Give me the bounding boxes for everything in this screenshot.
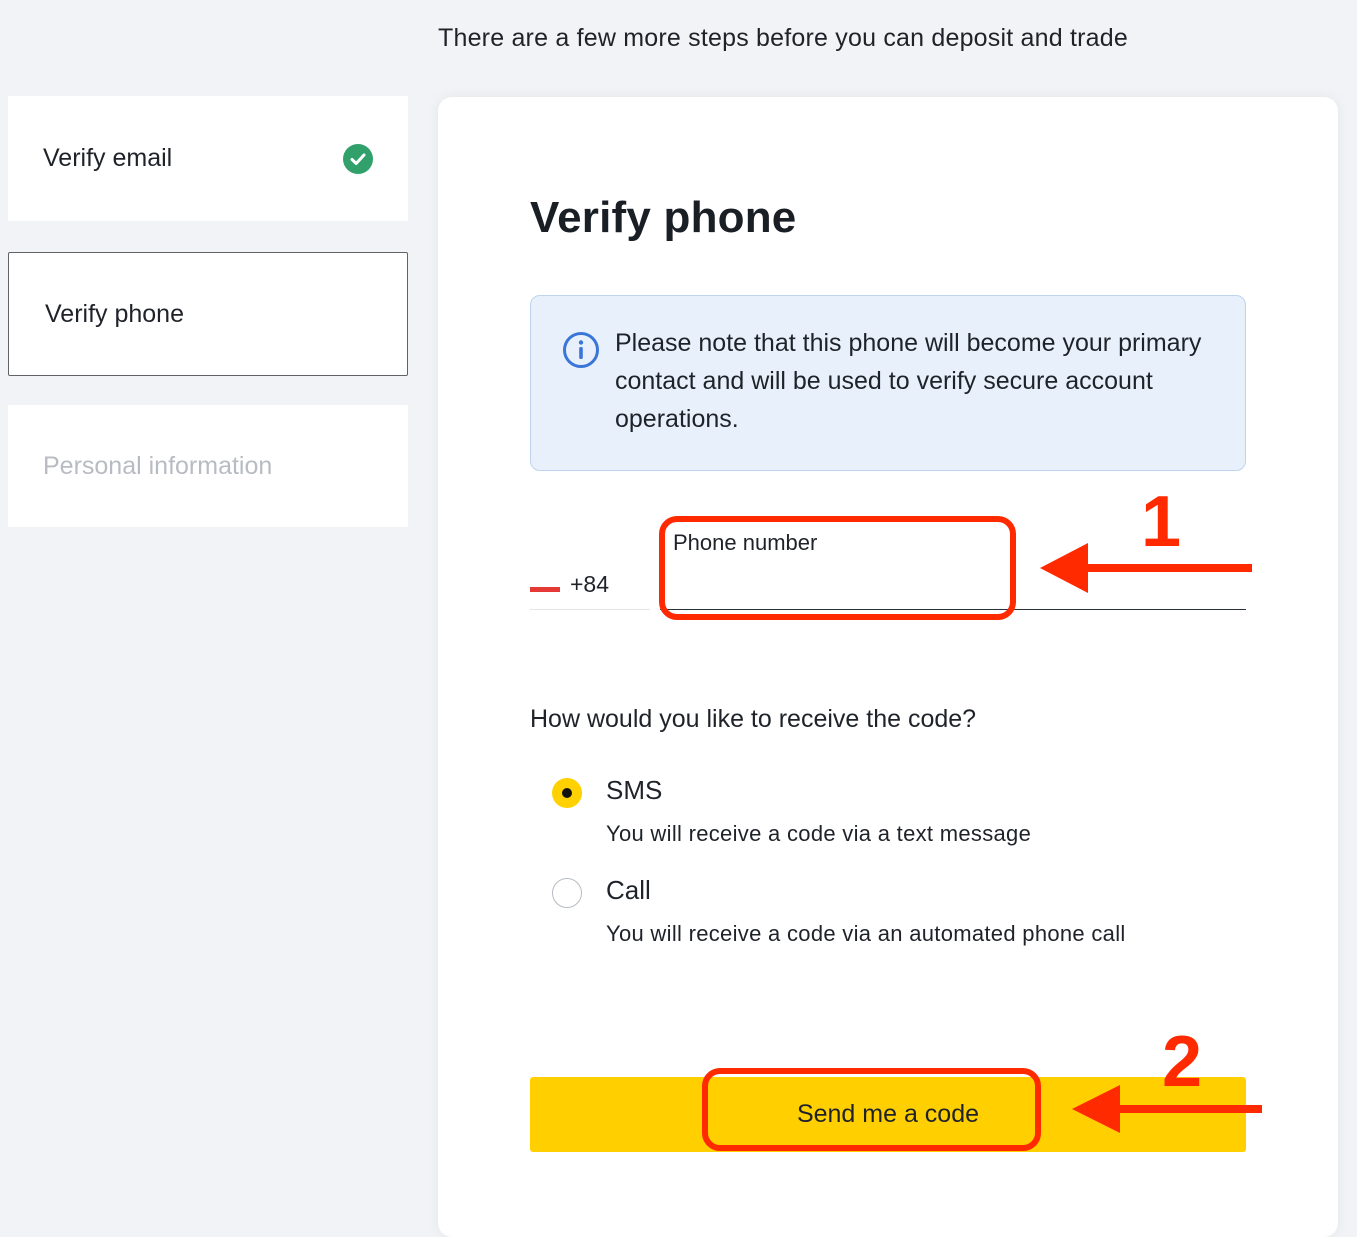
- step-verify-email[interactable]: Verify email: [8, 96, 408, 221]
- info-text: Please note that this phone will become …: [615, 329, 1202, 433]
- radio-button-sms[interactable]: [552, 778, 582, 808]
- radio-option-title: SMS: [606, 775, 663, 805]
- step-personal-information: Personal information: [8, 405, 408, 527]
- radio-button-call[interactable]: [552, 878, 582, 908]
- info-icon: [563, 332, 599, 368]
- step-label: Verify email: [43, 144, 173, 172]
- radio-option-sms[interactable]: SMS You will receive a code via a text m…: [552, 775, 1202, 857]
- annotation-arrow-2-icon: [1072, 1085, 1262, 1133]
- info-notice: Please note that this phone will become …: [530, 295, 1246, 471]
- step-label: Verify phone: [45, 299, 184, 328]
- steps-intro-message: There are a few more steps before you ca…: [438, 24, 1128, 52]
- check-circle-icon: [343, 144, 373, 174]
- annotation-arrow-1-icon: [1040, 543, 1252, 593]
- step-verify-phone[interactable]: Verify phone: [8, 252, 408, 376]
- radio-option-title: Call: [606, 875, 651, 905]
- step-label: Personal information: [43, 451, 273, 480]
- radio-option-description: You will receive a code via a text messa…: [606, 821, 1032, 846]
- radio-option-description: You will receive a code via an automated…: [606, 921, 1126, 946]
- delivery-method-question: How would you like to receive the code?: [530, 705, 977, 733]
- country-code-text: +84: [570, 571, 610, 597]
- country-code-selector[interactable]: +84: [530, 567, 650, 610]
- flag-icon: [530, 587, 560, 592]
- verify-phone-card: Verify phone Please note that this phone…: [438, 97, 1338, 1237]
- phone-number-label: Phone number: [673, 530, 818, 555]
- page-title: Verify phone: [530, 193, 797, 242]
- radio-option-call[interactable]: Call You will receive a code via an auto…: [552, 875, 1202, 957]
